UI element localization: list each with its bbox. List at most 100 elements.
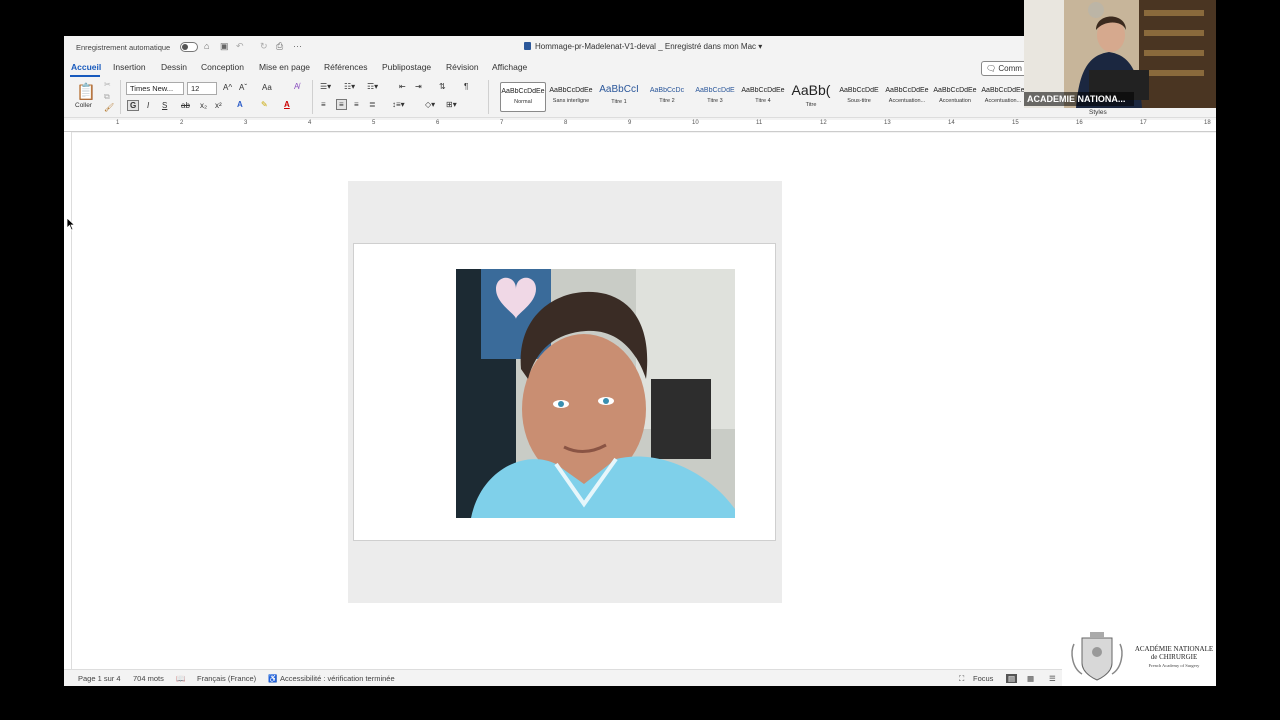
style-tile[interactable]: AaBbCcDdE Titre 3 bbox=[692, 82, 738, 112]
accessibility-status[interactable]: Accessibilité : vérification terminée bbox=[280, 674, 395, 683]
change-case-button[interactable]: Aa bbox=[262, 83, 272, 92]
font-name-select[interactable]: Times New... bbox=[126, 82, 184, 95]
focus-label[interactable]: Focus bbox=[973, 674, 993, 683]
portrait-photo[interactable] bbox=[456, 269, 735, 518]
page-count[interactable]: Page 1 sur 4 bbox=[78, 674, 121, 683]
ruler-number: 8 bbox=[564, 120, 568, 126]
save-icon[interactable]: ▣ bbox=[220, 41, 229, 52]
style-tile[interactable]: AaBbCcDc Titre 2 bbox=[644, 82, 690, 112]
tab-references[interactable]: Références bbox=[324, 62, 367, 72]
font-color-icon[interactable]: A bbox=[284, 100, 290, 109]
web-layout-icon[interactable]: ▦ bbox=[1027, 674, 1034, 683]
style-name: Titre 2 bbox=[659, 98, 675, 104]
tab-insertion[interactable]: Insertion bbox=[113, 62, 146, 72]
grow-font-button[interactable]: A^ bbox=[223, 83, 232, 92]
underline-button[interactable]: S bbox=[162, 101, 167, 110]
undo-icon[interactable]: ↶ bbox=[236, 41, 244, 52]
print-layout-icon[interactable]: ▤ bbox=[1006, 674, 1018, 683]
sort-icon[interactable]: ⇅ bbox=[439, 82, 446, 91]
vertical-ruler[interactable] bbox=[64, 132, 72, 672]
align-center-icon[interactable]: ≡ bbox=[336, 99, 347, 110]
tab-affichage[interactable]: Affichage bbox=[492, 62, 527, 72]
copy-icon[interactable]: ⧉ bbox=[104, 92, 110, 102]
home-icon[interactable]: ⌂ bbox=[204, 41, 209, 51]
style-sample: AaBbCcDdE bbox=[695, 87, 735, 94]
highlight-icon[interactable]: ✎ bbox=[261, 100, 268, 109]
paste-icon[interactable]: 📋 bbox=[76, 82, 96, 102]
word-count[interactable]: 704 mots bbox=[133, 674, 164, 683]
style-name: Sans interligne bbox=[552, 98, 590, 104]
style-tile[interactable]: AaBb(Titre bbox=[788, 82, 834, 112]
horizontal-ruler[interactable]: 1 2 3 4 5 6 7 8 9 10 11 12 13 14 15 16 17 18 bbox=[64, 120, 1216, 132]
format-painter-icon[interactable]: 🖌 bbox=[104, 103, 114, 112]
more-icon[interactable]: ··· bbox=[293, 41, 302, 51]
tab-accueil[interactable]: Accueil bbox=[71, 62, 101, 72]
styles-pane-label[interactable]: Styles bbox=[1089, 109, 1107, 116]
style-tile[interactable]: AaBbCcDdEe Sans interligne bbox=[548, 82, 594, 112]
outline-icon[interactable]: ☰ bbox=[1049, 674, 1056, 683]
subscript-button[interactable]: x₂ bbox=[200, 101, 207, 110]
justify-icon[interactable]: ≣ bbox=[369, 100, 376, 109]
focus-icon[interactable]: ⛶ bbox=[959, 674, 964, 684]
font-size-select[interactable]: 12 bbox=[187, 82, 217, 95]
align-right-icon[interactable]: ≡ bbox=[354, 100, 359, 109]
style-tile[interactable]: AaBbCcDdEe Accentuation bbox=[932, 82, 978, 112]
tab-publipostage[interactable]: Publipostage bbox=[382, 62, 431, 72]
logo-line2: de CHIRURGIE bbox=[1150, 653, 1198, 661]
autosave-toggle[interactable] bbox=[180, 42, 198, 52]
print-icon[interactable]: ⎙ bbox=[276, 41, 283, 52]
numbering-icon[interactable]: ☷▾ bbox=[344, 82, 355, 91]
logo-line3: French Academy of Surgery bbox=[1148, 663, 1200, 668]
style-name: Accentuation... bbox=[888, 98, 926, 104]
bold-button[interactable]: G bbox=[127, 100, 140, 111]
document-title[interactable]: Hommage-pr-Madelenat-V1-deval _ Enregist… bbox=[524, 42, 762, 51]
tab-mise-en-page[interactable]: Mise en page bbox=[259, 62, 310, 72]
style-tile[interactable]: AaBbCcDdE Sous-titre bbox=[836, 82, 882, 112]
redo-icon[interactable]: ↻ bbox=[260, 41, 268, 52]
ruler-number: 11 bbox=[756, 120, 763, 126]
bullets-icon[interactable]: ☰▾ bbox=[320, 82, 331, 91]
increase-indent-icon[interactable]: ⇥ bbox=[415, 82, 422, 91]
font-size-value: 12 bbox=[191, 84, 200, 93]
style-tile[interactable]: AaBbCcDdEe Accentuation... bbox=[884, 82, 930, 112]
word-window: Enregistrement automatique ⌂ ▣ ↶ ↻ ⎙ ···… bbox=[64, 36, 1216, 686]
mouse-cursor-icon bbox=[66, 217, 76, 231]
line-spacing-icon[interactable]: ↕≡▾ bbox=[392, 100, 405, 109]
academy-crest-icon bbox=[1071, 632, 1123, 681]
style-sample: AaBbCcDdEe bbox=[501, 88, 545, 95]
tab-revision[interactable]: Révision bbox=[446, 62, 479, 72]
cut-icon[interactable]: ✂ bbox=[104, 80, 111, 89]
ruler-number: 4 bbox=[308, 120, 312, 126]
style-tile[interactable]: AaBbCcI Titre 1 bbox=[596, 82, 642, 112]
ruler-number: 7 bbox=[500, 120, 504, 126]
shrink-font-button[interactable]: Aˇ bbox=[239, 83, 247, 92]
text-effects-icon[interactable]: A bbox=[237, 100, 243, 109]
style-name: Titre 3 bbox=[707, 98, 723, 104]
accessibility-icon[interactable]: ♿ bbox=[268, 674, 277, 683]
style-tile[interactable]: AaBbCcDdEe Titre 4 bbox=[740, 82, 786, 112]
clear-format-icon[interactable]: A̸ bbox=[294, 82, 299, 91]
style-name: Titre 4 bbox=[755, 98, 771, 104]
language-status[interactable]: Français (France) bbox=[197, 674, 256, 683]
ruler-number: 15 bbox=[1012, 120, 1019, 126]
proofing-icon[interactable]: 📖 bbox=[176, 674, 185, 683]
strikethrough-button[interactable]: ab bbox=[181, 101, 190, 110]
italic-button[interactable]: I bbox=[147, 101, 149, 110]
tab-dessin[interactable]: Dessin bbox=[161, 62, 187, 72]
style-sample: AaBbCcI bbox=[599, 84, 639, 95]
style-sample: AaBbCcDdEe bbox=[933, 87, 977, 94]
style-tile[interactable]: AaBbCcDdEe Normal bbox=[500, 82, 546, 112]
style-name: Normal bbox=[514, 99, 532, 105]
style-tile[interactable]: AaBbCcDdEe Accentuation... bbox=[980, 82, 1026, 112]
multilevel-list-icon[interactable]: ☶▾ bbox=[367, 82, 378, 91]
autosave-label: Enregistrement automatique bbox=[76, 43, 171, 52]
shading-icon[interactable]: ◇▾ bbox=[425, 100, 435, 109]
decrease-indent-icon[interactable]: ⇤ bbox=[399, 82, 406, 91]
align-left-icon[interactable]: ≡ bbox=[321, 100, 326, 109]
pilcrow-icon[interactable]: ¶ bbox=[464, 82, 468, 91]
style-sample: AaBbCcDdEe bbox=[549, 87, 593, 94]
style-name: Sous-titre bbox=[847, 98, 871, 104]
borders-icon[interactable]: ⊞▾ bbox=[446, 100, 457, 109]
superscript-button[interactable]: x² bbox=[215, 101, 222, 110]
tab-conception[interactable]: Conception bbox=[201, 62, 244, 72]
